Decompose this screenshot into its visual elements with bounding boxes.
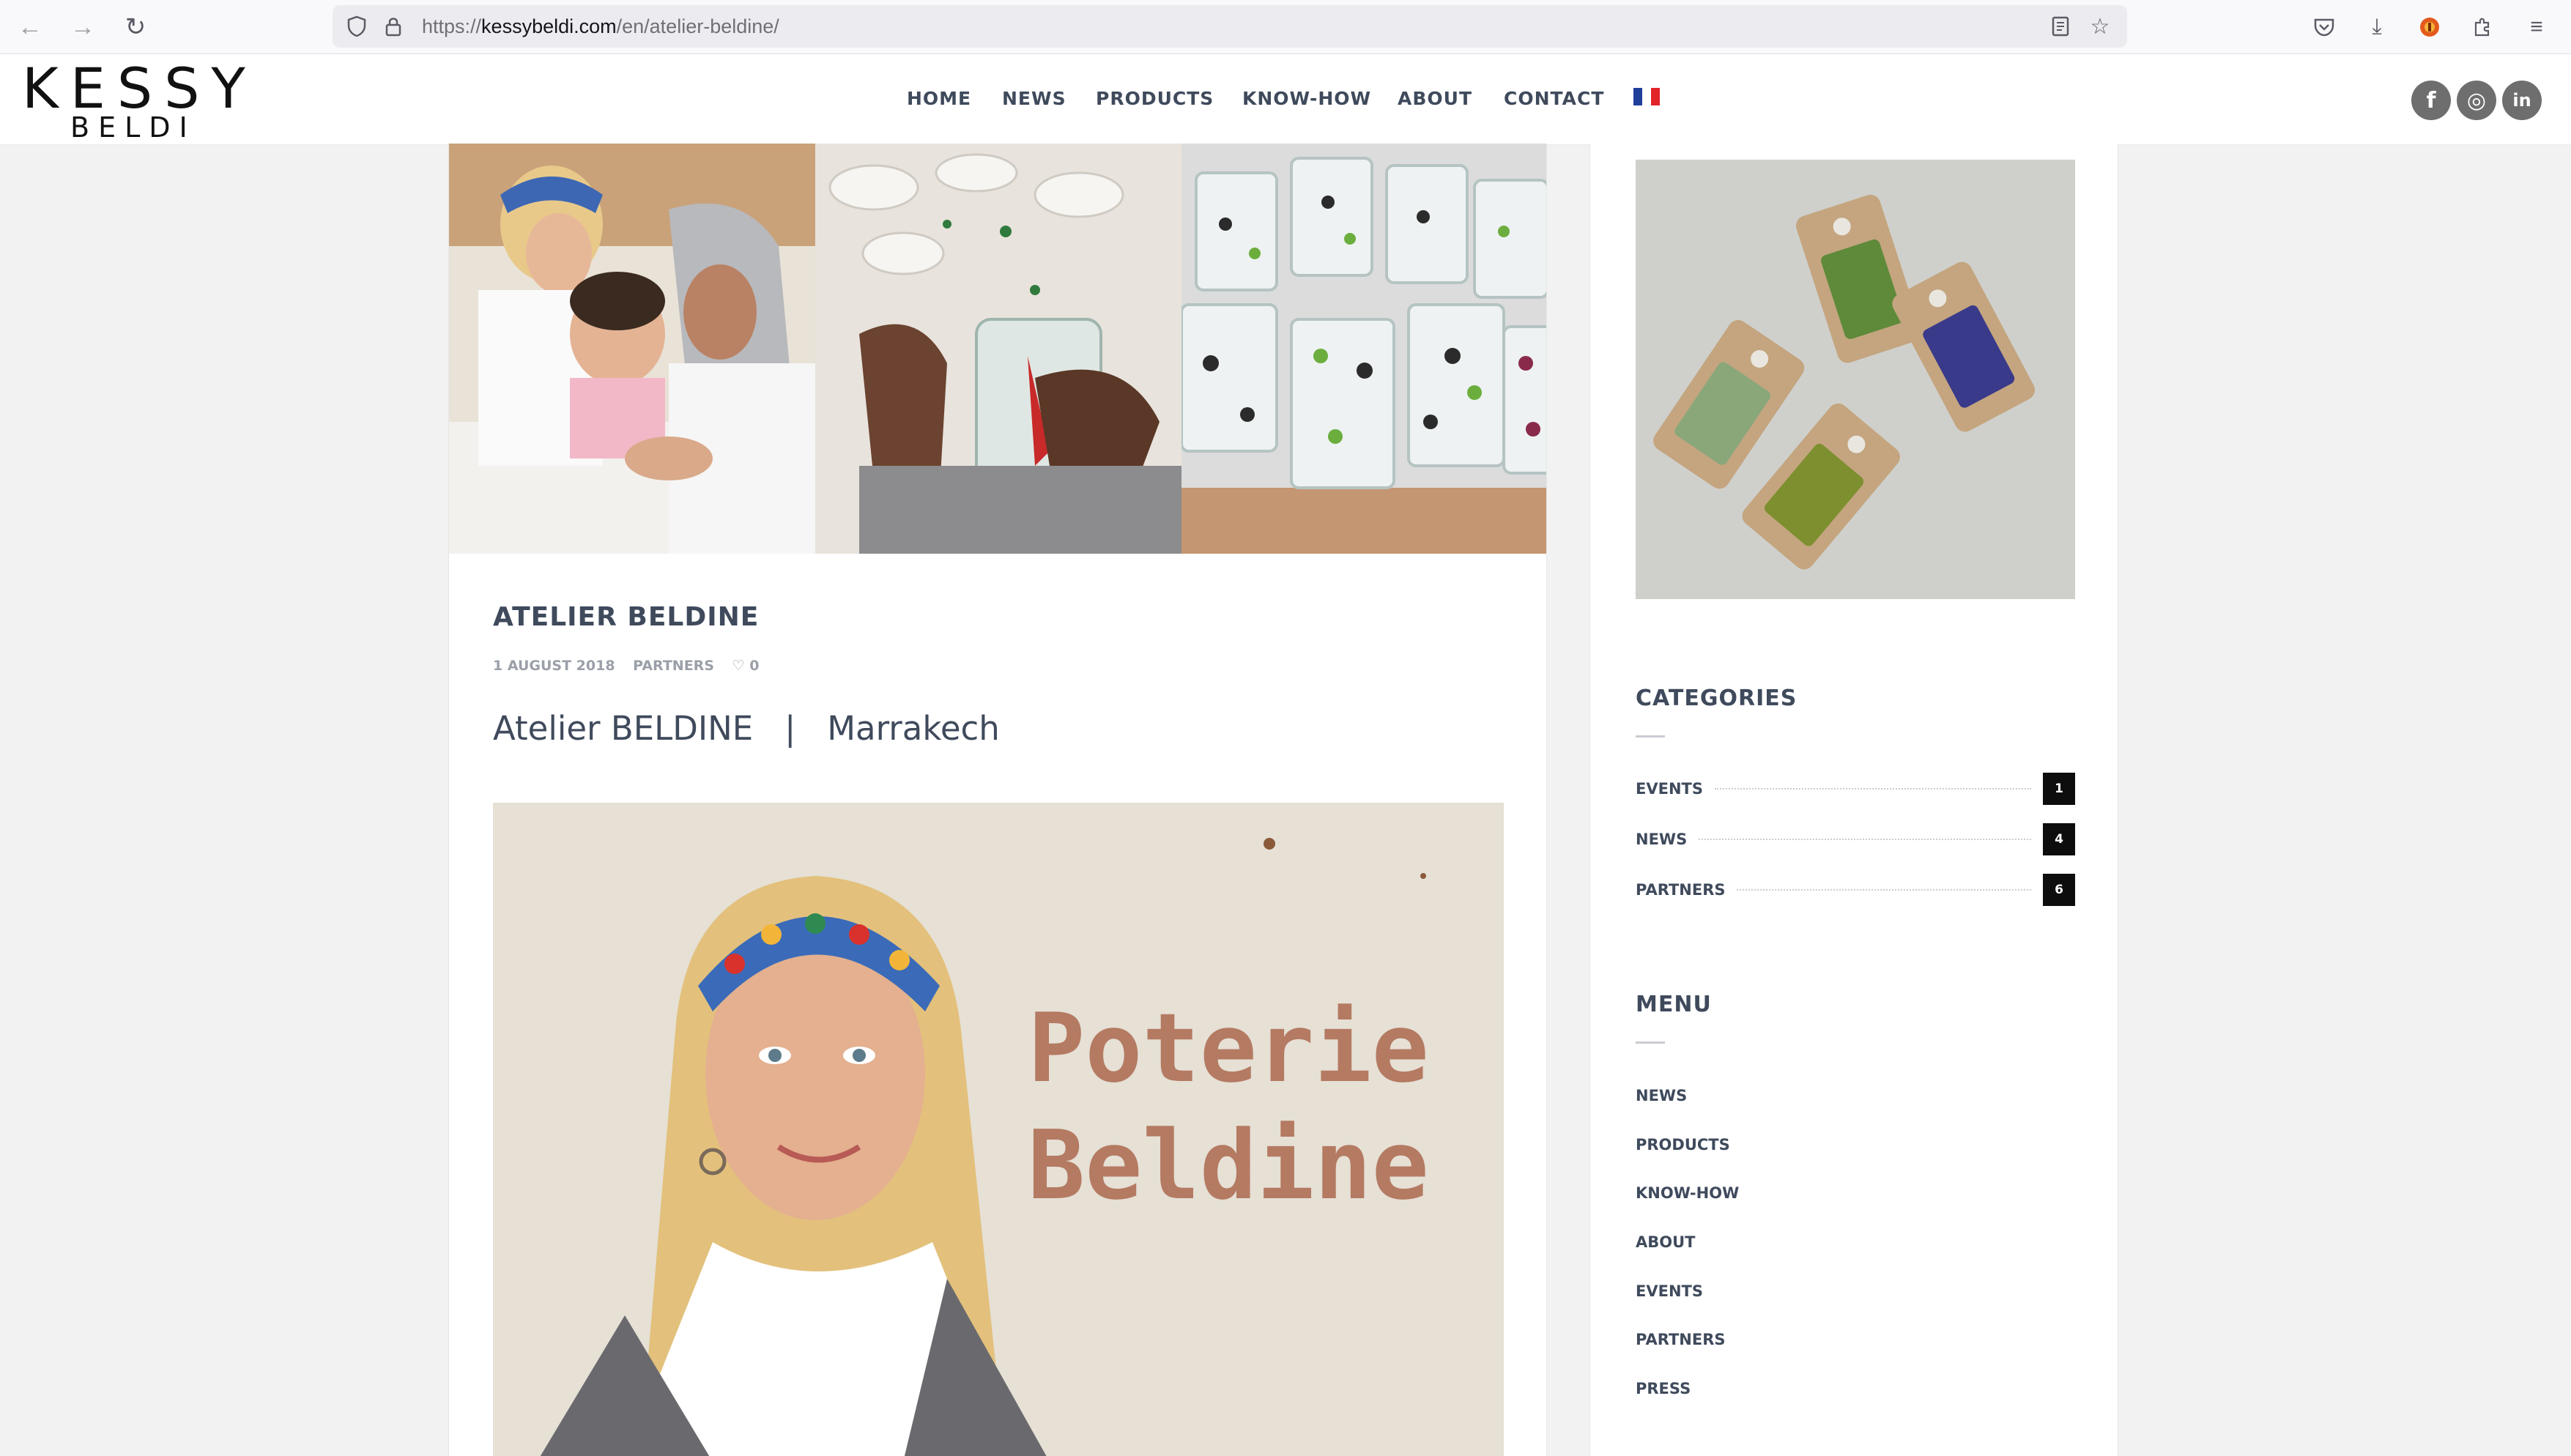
post-date: 1 AUGUST 2018 [493, 658, 615, 674]
main-navigation: HOME NEWS PRODUCTS KNOW-HOW ABOUT CONTAC… [0, 54, 2571, 145]
post-title: ATELIER BELDINE [493, 602, 760, 632]
sidebar: CATEGORIES EVENTS 1 NEWS 4 PARTNERS 6 ME… [1589, 144, 2118, 1456]
category-row-partners[interactable]: PARTNERS 6 [1636, 873, 2075, 907]
forward-icon[interactable]: → [66, 10, 100, 44]
pocket-icon[interactable] [2307, 10, 2341, 44]
reader-view-icon[interactable] [2044, 5, 2077, 48]
address-bar[interactable]: https://kessybeldi.com/en/atelier-beldin… [333, 5, 2127, 48]
menu-icon[interactable]: ≡ [2520, 10, 2553, 44]
post-likes[interactable]: ♡ 0 [732, 658, 760, 674]
dotted-leader [1737, 889, 2031, 891]
facebook-icon[interactable]: f [2411, 81, 2451, 120]
wall-text-beldine: Beldine [1028, 1110, 1429, 1221]
portrait-photo[interactable]: Poterie Beldine [493, 803, 1504, 1456]
instagram-icon[interactable]: ◎ [2457, 81, 2496, 120]
sidebar-product-tags-image[interactable] [1636, 160, 2075, 599]
categories-title: CATEGORIES [1636, 686, 1798, 711]
hero-image-workshop[interactable] [449, 144, 815, 554]
flag-stripe-white [1642, 88, 1651, 105]
nav-contact[interactable]: CONTACT [1504, 88, 1604, 109]
hero-image-dotted-glasses[interactable] [1181, 144, 1546, 554]
reload-icon[interactable]: ↻ [119, 10, 152, 44]
site-header: KESSY BELDI HOME NEWS PRODUCTS KNOW-HOW … [0, 54, 2571, 145]
sidebar-menu-know-how[interactable]: KNOW-HOW [1636, 1184, 1739, 1202]
hero-image-glass-painting[interactable] [815, 144, 1181, 554]
flag-stripe-red [1651, 88, 1660, 105]
category-label[interactable]: EVENTS [1636, 780, 1703, 798]
linkedin-icon[interactable]: in [2502, 81, 2542, 120]
bookmark-star-icon[interactable]: ☆ [2083, 5, 2117, 48]
nav-about[interactable]: ABOUT [1398, 88, 1472, 109]
post-subtitle: Atelier BELDINE | Marrakech [493, 709, 1000, 748]
category-row-events[interactable]: EVENTS 1 [1636, 772, 2075, 806]
category-count-badge: 6 [2043, 874, 2075, 906]
post-category-link[interactable]: PARTNERS [633, 658, 714, 674]
url-text[interactable]: https://kessybeldi.com/en/atelier-beldin… [422, 5, 779, 48]
category-label[interactable]: NEWS [1636, 831, 1687, 848]
category-label[interactable]: PARTNERS [1636, 881, 1725, 899]
site-logo[interactable]: KESSY BELDI [22, 54, 245, 145]
sidebar-menu-press[interactable]: PRESS [1636, 1380, 1691, 1397]
post-content: ATELIER BELDINE 1 AUGUST 2018 PARTNERS ♡… [448, 144, 1547, 1456]
downloads-icon[interactable]: ⤓ [2360, 10, 2394, 44]
post-meta: 1 AUGUST 2018 PARTNERS ♡ 0 [493, 658, 773, 674]
sidebar-menu-about[interactable]: ABOUT [1636, 1233, 1696, 1251]
french-flag-icon[interactable] [1633, 88, 1660, 105]
menu-divider [1636, 1041, 1665, 1044]
sidebar-menu-products[interactable]: PRODUCTS [1636, 1136, 1730, 1154]
nav-know-how[interactable]: KNOW-HOW [1242, 88, 1371, 109]
dotted-leader [1699, 839, 2031, 840]
category-count-badge: 4 [2043, 823, 2075, 855]
browser-toolbar: ← → ↻ https://kessybeldi.com/en/atelier-… [0, 0, 2571, 54]
extension-badge-icon[interactable] [2413, 10, 2446, 44]
nav-home[interactable]: HOME [907, 88, 971, 109]
category-row-news[interactable]: NEWS 4 [1636, 822, 2075, 856]
sidebar-menu-events[interactable]: EVENTS [1636, 1282, 1703, 1300]
nav-news[interactable]: NEWS [1002, 88, 1066, 109]
category-count-badge: 1 [2043, 773, 2075, 805]
categories-divider [1636, 735, 1665, 738]
back-icon[interactable]: ← [13, 10, 47, 44]
nav-products[interactable]: PRODUCTS [1096, 88, 1214, 109]
sidebar-menu-partners[interactable]: PARTNERS [1636, 1331, 1725, 1348]
hero-gallery [449, 144, 1546, 554]
flag-stripe-blue [1633, 88, 1642, 105]
wall-text-poterie: Poterie [1028, 992, 1429, 1104]
lock-icon[interactable] [376, 5, 410, 48]
extension-icon[interactable] [2466, 10, 2499, 44]
menu-title: MENU [1636, 992, 1712, 1017]
logo-word-bottom: BELDI [70, 111, 196, 144]
shield-icon[interactable] [340, 5, 374, 48]
sidebar-menu-news[interactable]: NEWS [1636, 1087, 1687, 1104]
dotted-leader [1714, 788, 2031, 790]
